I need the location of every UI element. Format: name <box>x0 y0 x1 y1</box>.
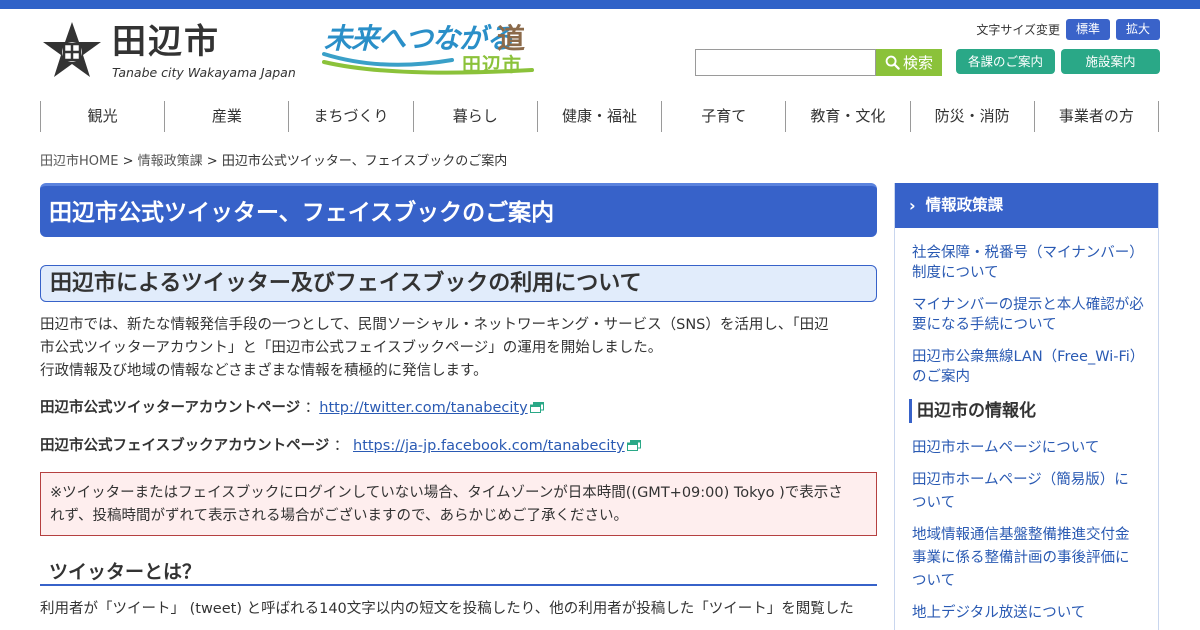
sidebar-link-homepage-simple[interactable]: 田辺市ホームページ（簡易版）に ついて <box>912 469 1141 515</box>
sidebar-link-homepage[interactable]: 田辺市ホームページについて <box>912 437 1141 460</box>
sidebar-heading-label: 情報政策課 <box>925 196 1004 214</box>
link-line: のご案内 <box>912 369 970 385</box>
slogan-city-name: 田辺市 <box>462 54 523 76</box>
font-size-normal-button[interactable]: 標準 <box>1065 19 1110 40</box>
external-link-icon <box>529 402 544 413</box>
intro-paragraph: 田辺市では、新たな情報発信手段の一つとして、民間ソーシャル・ネットワーキング・サ… <box>40 314 877 383</box>
breadcrumb-dept-link[interactable]: 情報政策課 <box>138 154 203 169</box>
link-line: 要になる手続について <box>912 317 1057 333</box>
link-line: ついて <box>912 495 956 511</box>
slogan-banner: 未来へつながる 道 田辺市 <box>322 22 542 78</box>
logo-city-name: 田辺市 <box>112 22 220 62</box>
link-line: 地域情報通信基盤整備推進交付金 <box>912 527 1130 543</box>
external-link-icon <box>626 440 641 451</box>
nav-item-health-welfare[interactable]: 健康・福祉 <box>538 101 663 132</box>
department-guide-button[interactable]: 各課のご案内 <box>956 49 1055 74</box>
search-input[interactable] <box>695 49 876 76</box>
nav-item-industry[interactable]: 産業 <box>165 101 290 132</box>
sidebar: › 情報政策課 社会保障・税番号（マイナンバー） 制度について マイナンバーの提示… <box>894 183 1159 630</box>
search-button[interactable]: 検索 <box>876 49 942 76</box>
sidebar-link-id-verification[interactable]: マイナンバーの提示と本人確認が必 要になる手続について <box>912 295 1144 335</box>
link-line: 地上デジタル放送について <box>912 605 1086 621</box>
sidebar-heading[interactable]: › 情報政策課 <box>895 183 1158 228</box>
link-line: 田辺市ホームページについて <box>912 440 1100 456</box>
breadcrumb-current: 田辺市公式ツイッター、フェイスブックのご案内 <box>221 154 508 169</box>
nav-item-education-culture[interactable]: 教育・文化 <box>786 101 911 132</box>
font-size-controls: 文字サイズ変更 標準 拡大 <box>976 19 1160 40</box>
logo-subtitle: Tanabe city Wakayama Japan <box>112 65 296 80</box>
global-nav: 観光 産業 まちづくり 暮らし 健康・福祉 子育て 教育・文化 防災・消防 事業… <box>40 101 1159 132</box>
facebook-account-row: 田辺市公式フェイスブックアカウントページ ： https://ja-jp.fac… <box>40 436 877 456</box>
facility-guide-button[interactable]: 施設案内 <box>1061 49 1160 74</box>
sidebar-link-mynumber[interactable]: 社会保障・税番号（マイナンバー） 制度について <box>912 243 1144 283</box>
link-line: マイナンバーの提示と本人確認が必 <box>912 297 1144 313</box>
page-title: 田辺市公式ツイッター、フェイスブックのご案内 <box>40 183 877 237</box>
font-size-label: 文字サイズ変更 <box>976 23 1060 37</box>
site-logo[interactable]: 田辺市 Tanabe city Wakayama Japan <box>40 20 300 82</box>
sidebar-links: 社会保障・税番号（マイナンバー） 制度について マイナンバーの提示と本人確認が必要… <box>895 228 1158 625</box>
sidebar-link-digital-broadcast[interactable]: 地上デジタル放送について <box>912 602 1141 625</box>
link-line: 田辺市公衆無線LAN（Free_Wi-Fi） <box>912 349 1145 365</box>
facebook-separator: ： <box>329 438 353 454</box>
intro-line: 市公式ツイッターアカウント」と「田辺市公式フェイスブックページ」の運用を開始しま… <box>40 340 663 356</box>
facebook-account-link[interactable]: https://ja-jp.facebook.com/tanabecity <box>353 438 625 454</box>
chevron-right-icon: › <box>909 196 916 215</box>
breadcrumb-separator: > <box>118 154 138 169</box>
nav-item-business[interactable]: 事業者の方 <box>1035 101 1159 132</box>
facebook-account-label: 田辺市公式フェイスブックアカウントページ <box>40 438 330 454</box>
breadcrumb: 田辺市HOME > 情報政策課 > 田辺市公式ツイッター、フェイスブックのご案内 <box>40 153 507 171</box>
twitter-account-link[interactable]: http://twitter.com/tanabecity <box>319 400 527 416</box>
sidebar-link-free-wifi[interactable]: 田辺市公衆無線LAN（Free_Wi-Fi） のご案内 <box>912 347 1145 387</box>
link-line: 事業に係る整備計画の事後評価に <box>912 550 1130 566</box>
timezone-notice: ※ツイッターまたはフェイスブックにログインしていない場合、タイムゾーンが日本時間… <box>40 472 877 536</box>
slogan-text: 未来へつながる <box>324 22 514 55</box>
sidebar-subheading: 田辺市の情報化 <box>909 399 1141 423</box>
link-line: 制度について <box>912 265 999 281</box>
breadcrumb-separator: > <box>202 154 222 169</box>
nav-item-tourism[interactable]: 観光 <box>41 101 166 132</box>
twitter-account-label: 田辺市公式ツイッターアカウントページ <box>40 400 301 416</box>
font-size-large-button[interactable]: 拡大 <box>1115 19 1160 40</box>
link-line: 社会保障・税番号（マイナンバー） <box>912 245 1144 261</box>
nav-item-disaster-fire[interactable]: 防災・消防 <box>911 101 1035 132</box>
top-accent-bar <box>0 0 1200 9</box>
twitter-separator: ： <box>300 400 320 416</box>
nav-item-childcare[interactable]: 子育て <box>662 101 787 132</box>
main-content: 田辺市公式ツイッター、フェイスブックのご案内 田辺市によるツイッター及びフェイス… <box>40 183 877 628</box>
intro-line: 行政情報及び地域の情報などさまざまな情報を積極的に発信します。 <box>40 363 488 379</box>
notice-line: ※ツイッターまたはフェイスブックにログインしていない場合、タイムゾーンが日本時間… <box>50 485 843 501</box>
sidebar-links-informatization: 田辺市ホームページについて 田辺市ホームページ（簡易版）に ついて 地域情報通信基… <box>912 437 1141 625</box>
twitter-account-row: 田辺市公式ツイッターアカウントページ ：http://twitter.com/t… <box>40 398 877 418</box>
twitter-description: 利用者が「ツイート」 (tweet) と呼ばれる140文字以内の短文を投稿したり… <box>40 601 854 617</box>
twitter-heading: ツイッターとは？ <box>40 560 877 586</box>
section-title: 田辺市によるツイッター及びフェイスブックの利用について <box>40 265 877 302</box>
search-button-label: 検索 <box>902 54 933 72</box>
city-emblem-icon <box>43 22 101 77</box>
site-search: 検索 <box>695 49 942 76</box>
breadcrumb-home-link[interactable]: 田辺市HOME <box>40 154 118 169</box>
link-line: 田辺市ホームページ（簡易版）に <box>912 472 1129 488</box>
sidebar-link-regional-infrastructure[interactable]: 地域情報通信基盤整備推進交付金 事業に係る整備計画の事後評価に ついて <box>912 524 1141 593</box>
link-line: ついて <box>912 573 956 589</box>
guide-buttons: 各課のご案内 施設案内 <box>956 49 1160 74</box>
nav-item-living[interactable]: 暮らし <box>414 101 538 132</box>
search-icon <box>885 55 900 70</box>
nav-item-town-planning[interactable]: まちづくり <box>289 101 414 132</box>
intro-line: 田辺市では、新たな情報発信手段の一つとして、民間ソーシャル・ネットワーキング・サ… <box>40 317 829 333</box>
slogan-road-char: 道 <box>497 22 526 55</box>
notice-line: れず、投稿時間がずれて表示される場合がございますので、あらかじめご了承ください。 <box>50 508 628 524</box>
